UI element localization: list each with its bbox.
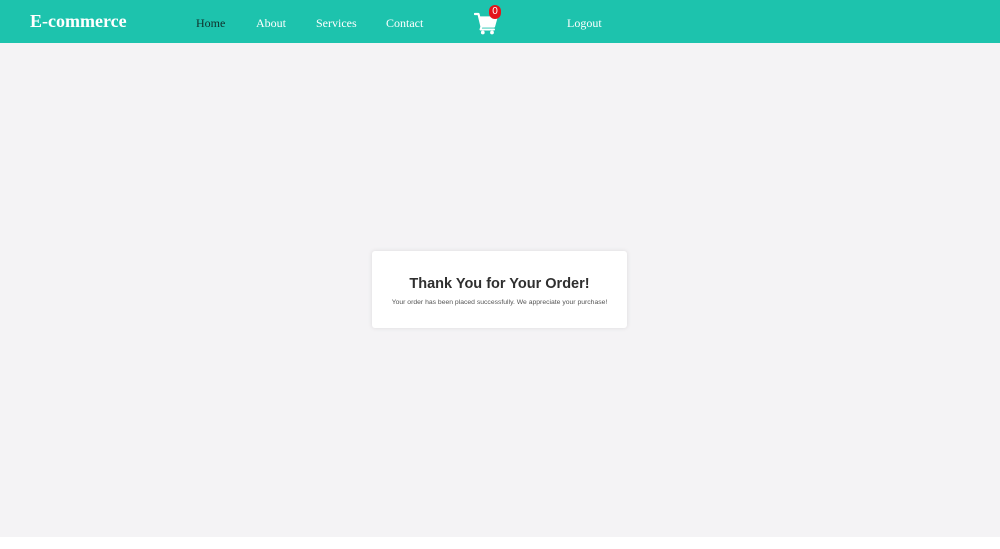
confirmation-title: Thank You for Your Order! — [409, 276, 590, 292]
brand-logo[interactable]: E-commerce — [30, 10, 127, 32]
navbar: E-commerce Home About Services Contact 0… — [0, 0, 1000, 43]
order-confirmation-card: Thank You for Your Order! Your order has… — [372, 251, 627, 328]
nav-link-about[interactable]: About — [256, 15, 286, 31]
page-bottom-edge — [0, 537, 1000, 549]
confirmation-message: Your order has been placed successfully.… — [391, 299, 608, 306]
logout-link[interactable]: Logout — [567, 15, 602, 31]
cart-count-badge: 0 — [489, 5, 501, 19]
cart-button[interactable]: 0 — [474, 5, 501, 36]
nav-link-contact[interactable]: Contact — [386, 15, 423, 31]
nav-link-home[interactable]: Home — [196, 15, 225, 31]
nav-link-services[interactable]: Services — [316, 15, 357, 31]
